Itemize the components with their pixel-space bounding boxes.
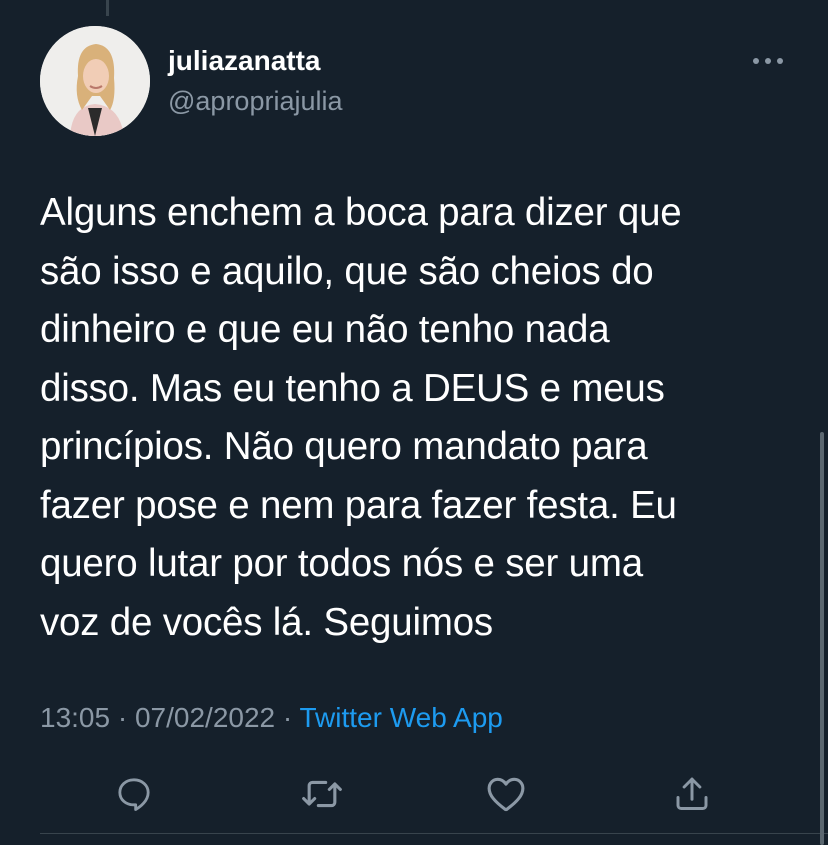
share-button[interactable]	[668, 770, 716, 818]
tweet-text: Alguns enchem a boca para dizer que são …	[40, 191, 682, 644]
retweet-icon	[302, 780, 342, 808]
meta-separator: ·	[282, 702, 293, 733]
tweet-time[interactable]: 13:05	[40, 702, 110, 733]
avatar[interactable]	[40, 26, 150, 136]
scrollbar[interactable]	[820, 432, 824, 845]
user-handle[interactable]: @apropriajulia	[168, 84, 343, 118]
reply-button[interactable]	[110, 770, 158, 818]
meta-separator: ·	[117, 702, 128, 733]
tweet-metadata: 13:05 · 07/02/2022 · Twitter Web App	[40, 700, 503, 736]
bottom-divider	[40, 833, 828, 834]
more-options-button[interactable]	[748, 46, 788, 76]
heart-icon	[487, 777, 525, 812]
like-button[interactable]	[482, 770, 530, 818]
share-icon	[676, 777, 708, 811]
ellipsis-icon	[753, 58, 783, 64]
retweet-button[interactable]	[298, 770, 346, 818]
reply-icon	[118, 778, 150, 811]
display-name[interactable]: juliazanatta	[168, 44, 320, 78]
thread-connector-line	[106, 0, 109, 16]
tweet-source-link[interactable]: Twitter Web App	[300, 702, 503, 733]
avatar-photo	[40, 26, 150, 136]
tweet-action-bar	[0, 762, 828, 822]
tweet-date[interactable]: 07/02/2022	[135, 702, 275, 733]
